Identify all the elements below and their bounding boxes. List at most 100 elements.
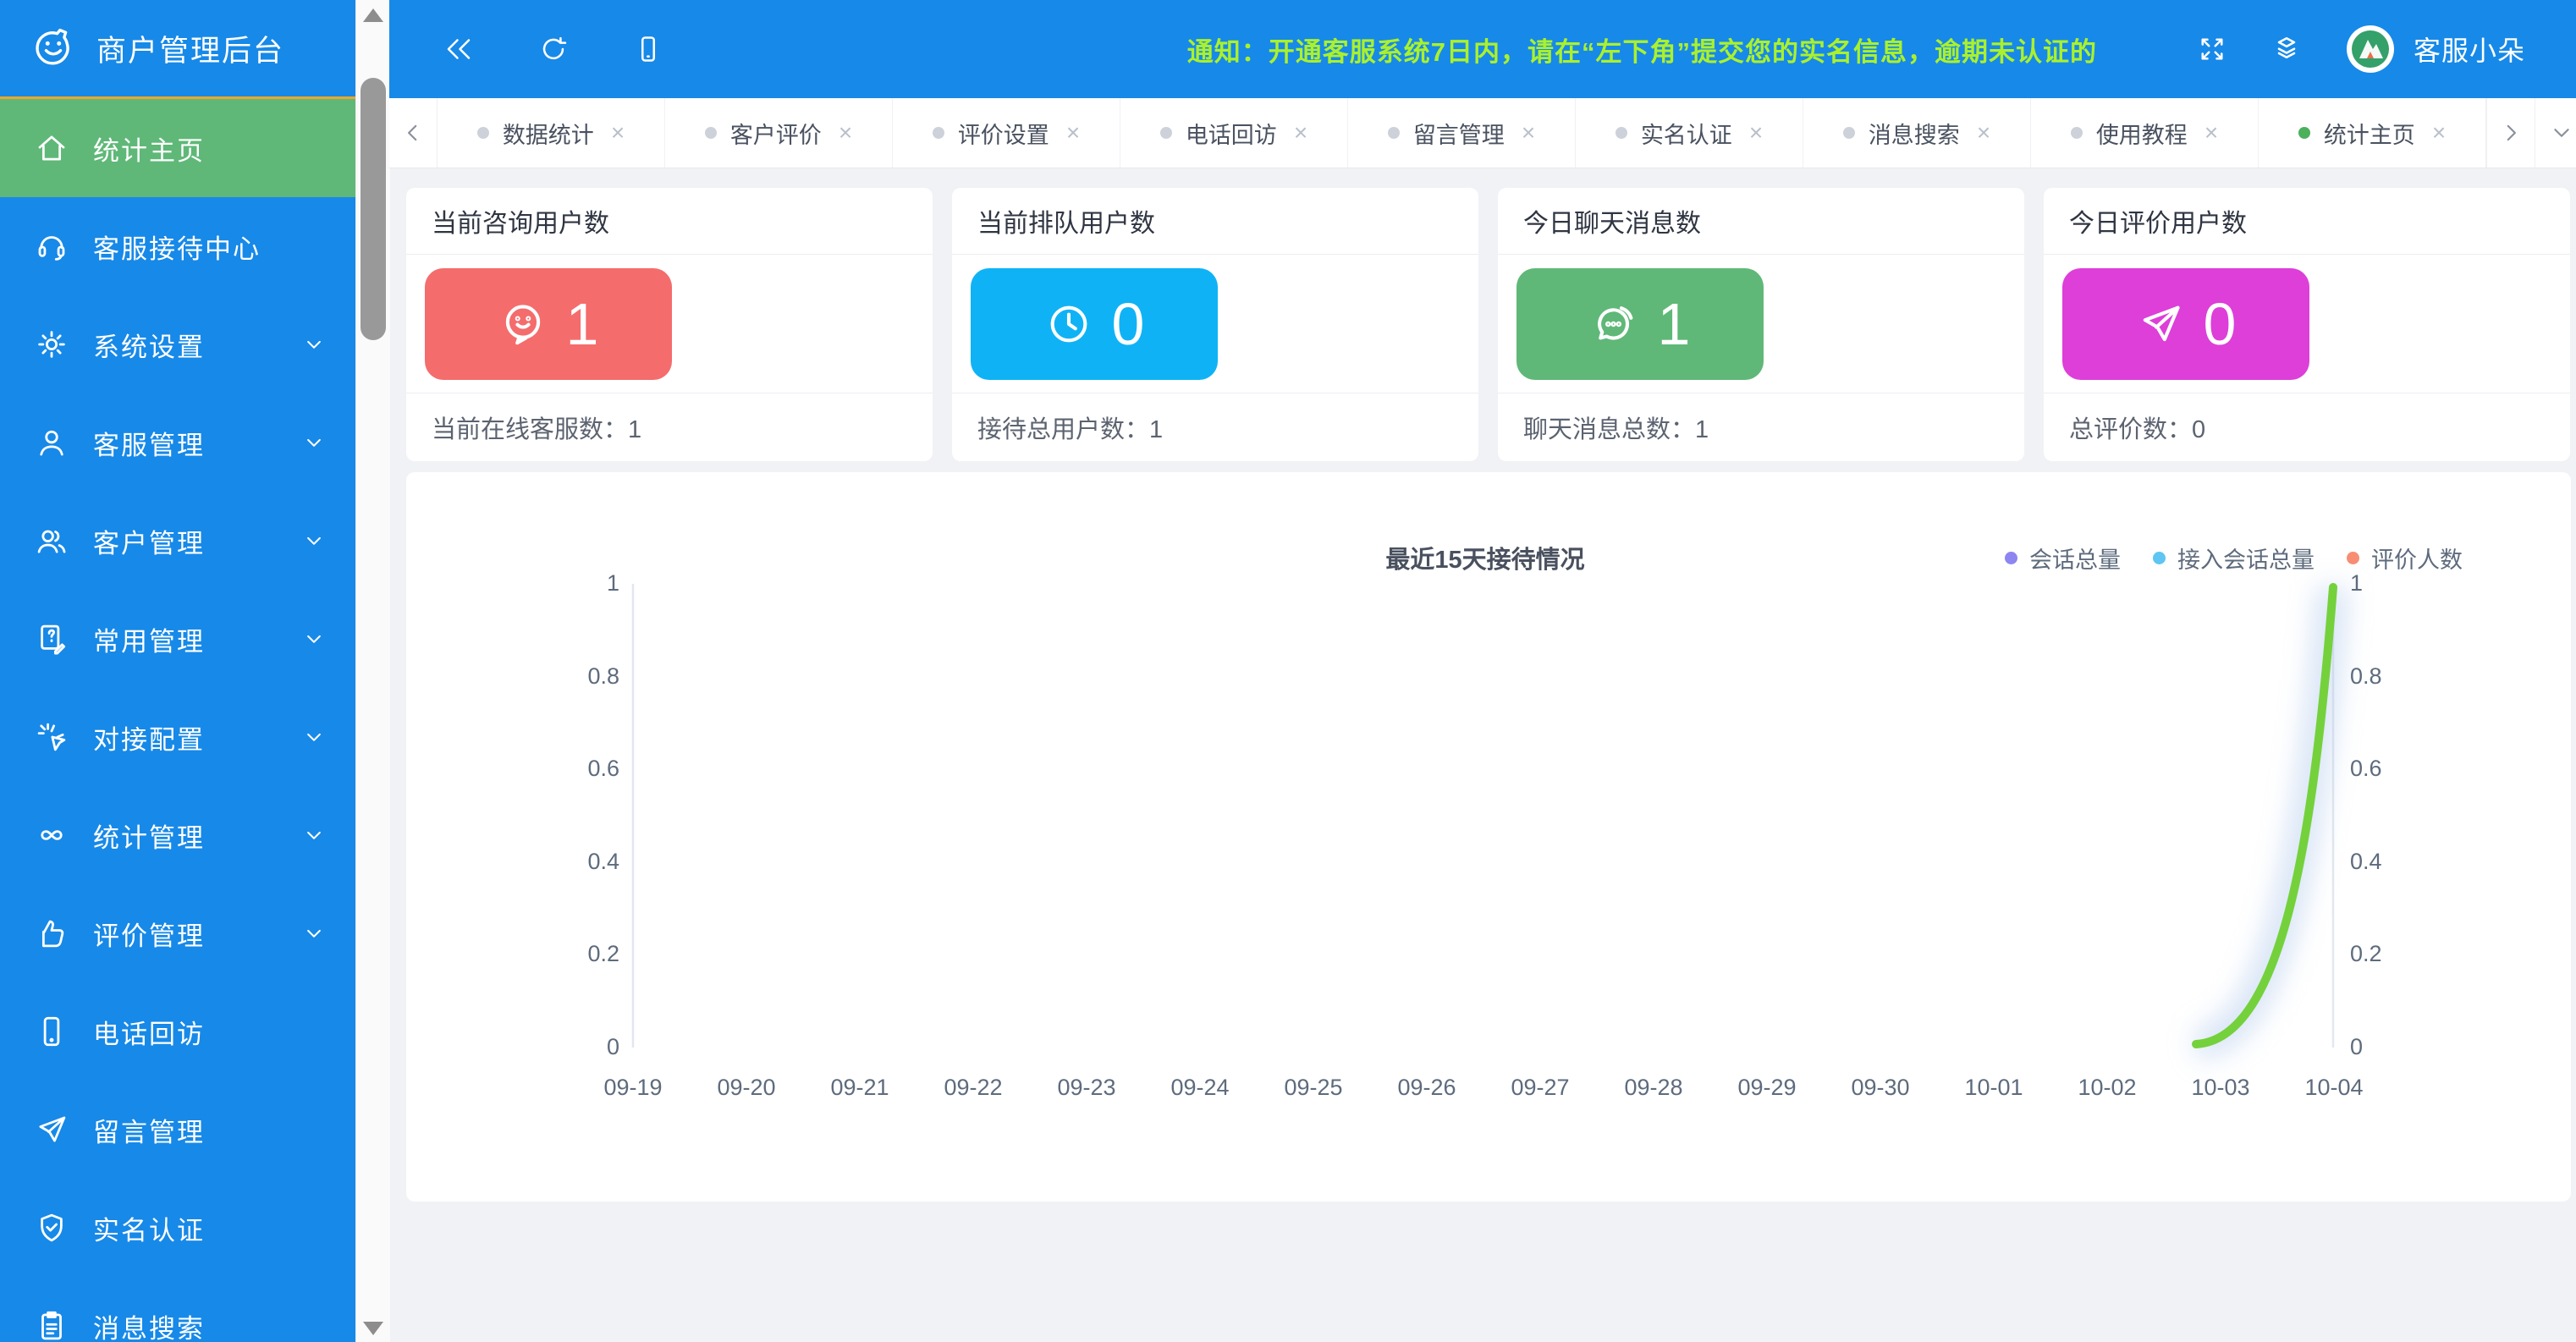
sidebar-item-common-management[interactable]: 常用管理 [0, 590, 355, 688]
chevron-right-icon [2507, 124, 2516, 141]
scroll-down-arrow-icon[interactable] [363, 1322, 383, 1335]
y-axis-tick-right: 0 [2350, 1034, 2364, 1059]
tab-label: 数据统计 [502, 122, 594, 148]
close-icon[interactable]: × [1977, 119, 1990, 146]
home-icon [38, 135, 65, 161]
close-icon[interactable]: × [2432, 119, 2446, 146]
app-title: 商户管理后台 [96, 34, 285, 68]
chevron-down-icon [307, 536, 321, 545]
sidebar-item-customer-management[interactable]: 客户管理 [0, 492, 355, 590]
stat-card-queued-users: 当前排队用户数 0 接待总用户数：1 [952, 188, 1478, 461]
tab-status-dot [1387, 127, 1400, 139]
sidebar-item-label: 系统设置 [93, 332, 205, 362]
tab-label: 电话回访 [1185, 122, 1277, 148]
close-icon[interactable]: × [611, 119, 625, 146]
chart-card: 最近15天接待情况 会话总量 接入会话总量 评价人数 0 0.2 0.4 0.6… [406, 472, 2571, 1202]
sidebar-item-integration-config[interactable]: 对接配置 [0, 688, 355, 786]
sidebar-item-agent-management[interactable]: 客服管理 [0, 393, 355, 492]
tab-review-settings[interactable]: 评价设置 × [893, 98, 1120, 168]
tab-stats-home[interactable]: 统计主页 × [2259, 98, 2486, 168]
app-window: 商户管理后台 统计主页 客服接待中心 系统设置 客服管理 客户管理 常用管理 对… [0, 0, 2576, 1342]
x-axis-tick: 10-01 [1964, 1075, 2023, 1100]
sidebar-item-message-search[interactable]: 消息搜索 [0, 1277, 355, 1342]
sidebar: 商户管理后台 统计主页 客服接待中心 系统设置 客服管理 客户管理 常用管理 对… [0, 0, 355, 1342]
tab-status-dot [1842, 127, 1855, 139]
mobile-preview-icon[interactable] [633, 34, 663, 64]
tab-phone-callback[interactable]: 电话回访 × [1120, 98, 1348, 168]
close-icon[interactable]: × [1066, 119, 1080, 146]
stat-value: 0 [1111, 290, 1145, 357]
headset-icon [38, 236, 65, 261]
stat-badge: 1 [425, 267, 672, 380]
sidebar-item-service-center[interactable]: 客服接待中心 [0, 197, 355, 295]
sidebar-item-real-name-auth[interactable]: 实名认证 [0, 1179, 355, 1277]
scroll-up-arrow-icon[interactable] [363, 8, 383, 22]
chevron-down-icon [307, 831, 321, 839]
infinity-icon [41, 830, 63, 840]
tab-message-search[interactable]: 消息搜索 × [1803, 98, 2031, 168]
x-axis-tick: 10-04 [2304, 1075, 2364, 1100]
tab-tutorial[interactable]: 使用教程 × [2031, 98, 2259, 168]
scrollbar-thumb[interactable] [361, 78, 386, 340]
paper-plane-icon [39, 1116, 66, 1142]
chat-dots-icon [1597, 305, 1632, 340]
x-axis-tick: 09-22 [944, 1075, 1003, 1100]
sidebar-item-phone-callback[interactable]: 电话回访 [0, 982, 355, 1081]
sidebar-item-label: 实名认证 [93, 1215, 205, 1246]
sidebar-item-label: 统计主页 [93, 135, 205, 166]
tabs-dropdown-button[interactable] [2535, 98, 2576, 168]
close-icon[interactable]: × [1749, 119, 1763, 146]
sidebar-item-label: 消息搜索 [93, 1313, 205, 1342]
tab-customer-review[interactable]: 客户评价 × [665, 98, 893, 168]
sidebar-item-message-management[interactable]: 留言管理 [0, 1081, 355, 1179]
sidebar-item-review-management[interactable]: 评价管理 [0, 884, 355, 982]
close-icon[interactable]: × [1522, 119, 1535, 146]
user-name: 客服小朵 [2413, 36, 2525, 66]
smiley-logo-icon [36, 28, 69, 65]
close-icon[interactable]: × [2204, 119, 2218, 146]
tab-label: 统计主页 [2323, 122, 2415, 148]
sidebar-item-system-settings[interactable]: 系统设置 [0, 295, 355, 393]
y-axis-tick-right: 1 [2350, 570, 2364, 596]
tabs-scroll-left-button[interactable] [389, 98, 438, 168]
close-icon[interactable]: × [839, 119, 852, 146]
chevron-left-icon [408, 124, 417, 141]
x-axis-tick: 09-21 [830, 1075, 889, 1100]
stat-badge: 1 [1516, 267, 1764, 380]
header-left-actions [443, 0, 663, 98]
thumb-up-icon [41, 920, 64, 948]
close-icon[interactable]: × [1294, 119, 1307, 146]
sidebar-scrollbar[interactable] [355, 0, 390, 1342]
shield-check-icon [41, 1213, 63, 1242]
stat-value: 1 [565, 290, 599, 357]
card-footer: 当前在线客服数：1 [432, 416, 642, 443]
tab-real-name-auth[interactable]: 实名认证 × [1576, 98, 1803, 168]
tab-data-stats[interactable]: 数据统计 × [438, 98, 665, 168]
refresh-icon[interactable] [538, 34, 569, 64]
user-menu[interactable]: 客服小朵 [2346, 25, 2525, 74]
card-title: 当前排队用户数 [977, 210, 1155, 238]
collapse-sidebar-icon[interactable] [443, 34, 474, 64]
user-icon [40, 430, 63, 456]
x-axis-tick: 09-23 [1057, 1075, 1116, 1100]
sidebar-item-stats-management[interactable]: 统计管理 [0, 786, 355, 884]
clipboard-icon [41, 1311, 62, 1340]
tabs-scroll-right-button[interactable] [2486, 98, 2535, 168]
x-axis-tick: 10-03 [2191, 1075, 2250, 1100]
sidebar-menu: 统计主页 客服接待中心 系统设置 客服管理 客户管理 常用管理 对接配置 统计管… [0, 99, 355, 1342]
tab-message-management[interactable]: 留言管理 × [1348, 98, 1576, 168]
y-axis-tick-right: 0.6 [2350, 756, 2382, 781]
fullscreen-icon[interactable] [2197, 34, 2227, 64]
stat-cards-row: 当前咨询用户数 1 当前在线客服数：1 当前排队用户数 0 接待总用户数：1 今… [406, 188, 2571, 461]
y-axis-tick-right: 0.4 [2350, 849, 2382, 874]
stat-value: 0 [2203, 290, 2237, 357]
tab-label: 评价设置 [957, 122, 1049, 148]
x-axis-tick: 09-29 [1737, 1075, 1797, 1100]
chevron-down-icon [307, 733, 321, 741]
stat-card-review-users: 今日评价用户数 0 总评价数：0 [2044, 188, 2570, 461]
x-axis-tick: 09-25 [1284, 1075, 1343, 1100]
tab-status-dot [2298, 127, 2310, 139]
chevron-down-icon [2554, 129, 2569, 137]
layers-icon[interactable] [2271, 34, 2302, 64]
sidebar-item-stats-home[interactable]: 统计主页 [0, 99, 355, 197]
